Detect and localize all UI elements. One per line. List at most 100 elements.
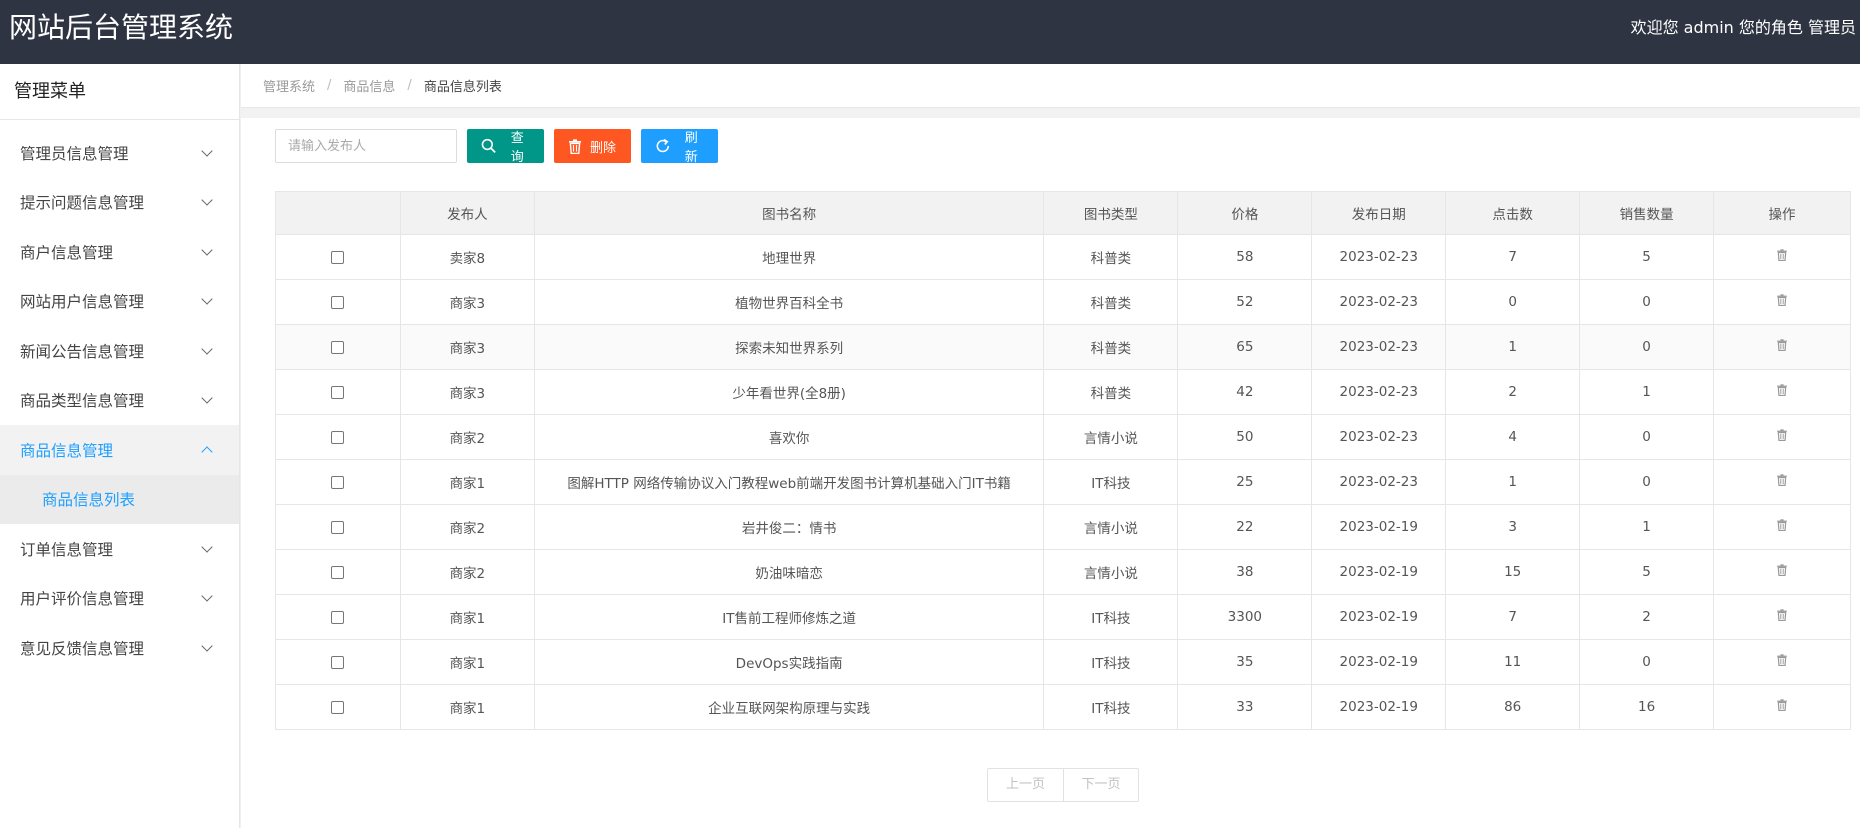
publisher-cell: 商家1 [399, 594, 535, 640]
trash-icon[interactable] [1776, 654, 1788, 670]
breadcrumb-item[interactable]: 管理系统 [263, 76, 315, 95]
price-cell: 50 [1177, 414, 1313, 460]
row-checkbox[interactable] [331, 610, 345, 624]
row-checkbox[interactable] [331, 250, 345, 264]
sidebar-item-label: 意见反馈信息管理 [20, 639, 145, 658]
publisher-cell: 商家1 [399, 639, 535, 685]
book-name-cell: 岩井俊二：情书 [533, 504, 1045, 550]
trash-icon[interactable] [1776, 519, 1788, 535]
table-row: 商家1 IT售前工程师修炼之道 IT科技 3300 2023-02-19 7 2 [275, 594, 1851, 640]
book-name-cell: 探索未知世界系列 [533, 324, 1045, 370]
sidebar-item-review[interactable]: 用户评价信息管理 [0, 574, 239, 624]
book-name-cell: 图解HTTP 网络传输协议入门教程web前端开发图书计算机基础入门IT书籍 [533, 459, 1045, 505]
sidebar-item-label: 订单信息管理 [20, 540, 114, 559]
price-cell: 25 [1177, 459, 1313, 505]
sidebar-item-question[interactable]: 提示问题信息管理 [0, 178, 239, 228]
table-row: 商家3 少年看世界(全8册) 科普类 42 2023-02-23 2 1 [275, 369, 1851, 415]
row-checkbox[interactable] [331, 295, 345, 309]
trash-icon[interactable] [1776, 429, 1788, 445]
query-button-label: 查询 [510, 131, 524, 165]
column-header: 操作 [1713, 191, 1851, 235]
table-row: 商家1 图解HTTP 网络传输协议入门教程web前端开发图书计算机基础入门IT书籍… [275, 459, 1851, 505]
sidebar-item-merchant[interactable]: 商户信息管理 [0, 227, 239, 277]
price-cell: 38 [1177, 549, 1313, 595]
book-name-cell: 企业互联网架构原理与实践 [533, 684, 1045, 730]
book-type-cell: IT科技 [1043, 639, 1179, 685]
sidebar-item-feedback[interactable]: 意见反馈信息管理 [0, 623, 239, 673]
book-name-cell: 地理世界 [533, 234, 1045, 280]
publisher-cell: 商家3 [399, 279, 535, 325]
row-select-cell [275, 279, 401, 325]
book-type-cell: 言情小说 [1043, 504, 1179, 550]
delete-button[interactable]: 删除 [554, 129, 631, 163]
chevron-down-icon [201, 392, 213, 404]
row-select-cell [275, 369, 401, 415]
sidebar-item-label: 新闻公告信息管理 [20, 342, 145, 361]
trash-icon[interactable] [1776, 294, 1788, 310]
trash-icon[interactable] [1776, 609, 1788, 625]
sidebar-item-admin[interactable]: 管理员信息管理 [0, 128, 239, 178]
checkbox-column-header [275, 191, 401, 235]
trash-icon[interactable] [1776, 384, 1788, 400]
clicks-cell: 7 [1445, 234, 1581, 280]
trash-icon[interactable] [1776, 699, 1788, 715]
trash-icon[interactable] [1776, 249, 1788, 265]
sidebar-item-news[interactable]: 新闻公告信息管理 [0, 326, 239, 376]
query-button[interactable]: 查询 [467, 129, 544, 165]
trash-icon[interactable] [1776, 474, 1788, 490]
book-name-cell: 少年看世界(全8册) [533, 369, 1045, 415]
book-type-cell: 科普类 [1043, 279, 1179, 325]
breadcrumb-item[interactable]: 商品信息 [343, 76, 395, 95]
row-checkbox[interactable] [331, 520, 345, 534]
row-checkbox[interactable] [331, 475, 345, 489]
chevron-down-icon [201, 541, 213, 553]
row-select-cell [275, 414, 401, 460]
clicks-cell: 1 [1445, 459, 1581, 505]
clicks-cell: 15 [1445, 549, 1581, 595]
price-cell: 33 [1177, 684, 1313, 730]
row-select-cell [275, 459, 401, 505]
trash-icon[interactable] [1776, 564, 1788, 580]
chevron-down-icon [201, 343, 213, 355]
row-checkbox[interactable] [331, 430, 345, 444]
prev-page-button[interactable]: 上一页 [988, 769, 1063, 801]
sidebar-item-site-user[interactable]: 网站用户信息管理 [0, 277, 239, 327]
next-page-button[interactable]: 下一页 [1063, 769, 1138, 801]
table-row: 商家1 企业互联网架构原理与实践 IT科技 33 2023-02-19 86 16 [275, 684, 1851, 730]
row-checkbox[interactable] [331, 340, 345, 354]
publish-date-cell: 2023-02-23 [1311, 279, 1447, 325]
row-checkbox[interactable] [331, 565, 345, 579]
row-select-cell [275, 234, 401, 280]
publisher-cell: 商家2 [399, 504, 535, 550]
sidebar-item-label: 管理员信息管理 [20, 144, 129, 163]
sidebar-item-product[interactable]: 商品信息管理 [0, 425, 239, 475]
sidebar-item-order[interactable]: 订单信息管理 [0, 524, 239, 574]
menu-title: 管理菜单 [0, 64, 239, 120]
publish-date-cell: 2023-02-19 [1311, 684, 1447, 730]
refresh-button[interactable]: 刷新 [641, 129, 718, 165]
row-checkbox[interactable] [331, 700, 345, 714]
action-cell [1713, 639, 1851, 685]
action-cell [1713, 414, 1851, 460]
refresh-button-label: 刷新 [684, 131, 698, 165]
action-cell [1713, 234, 1851, 280]
publisher-search-input[interactable] [275, 129, 457, 163]
sales-cell: 1 [1579, 504, 1715, 550]
row-checkbox[interactable] [331, 385, 345, 399]
sidebar: 管理菜单 管理员信息管理 提示问题信息管理 商户信息管理 网站用户信息管理 新闻… [0, 64, 240, 828]
sidebar-item-label: 商品类型信息管理 [20, 392, 145, 411]
action-cell [1713, 504, 1851, 550]
row-checkbox[interactable] [331, 655, 345, 669]
sidebar-subitem-product-list[interactable]: 商品信息列表 [0, 474, 239, 524]
column-header: 图书名称 [533, 191, 1045, 235]
trash-icon[interactable] [1776, 339, 1788, 355]
column-header: 发布日期 [1311, 191, 1447, 235]
clicks-cell: 4 [1445, 414, 1581, 460]
sidebar-item-product-type[interactable]: 商品类型信息管理 [0, 376, 239, 426]
refresh-icon [656, 138, 670, 153]
clicks-cell: 1 [1445, 324, 1581, 370]
chevron-down-icon [201, 640, 213, 652]
publisher-cell: 卖家8 [399, 234, 535, 280]
pagination: 上一页 下一页 [987, 768, 1139, 802]
main-content: 管理系统 / 商品信息 / 商品信息列表 查询 删除 刷新 发布人 [241, 64, 1860, 828]
